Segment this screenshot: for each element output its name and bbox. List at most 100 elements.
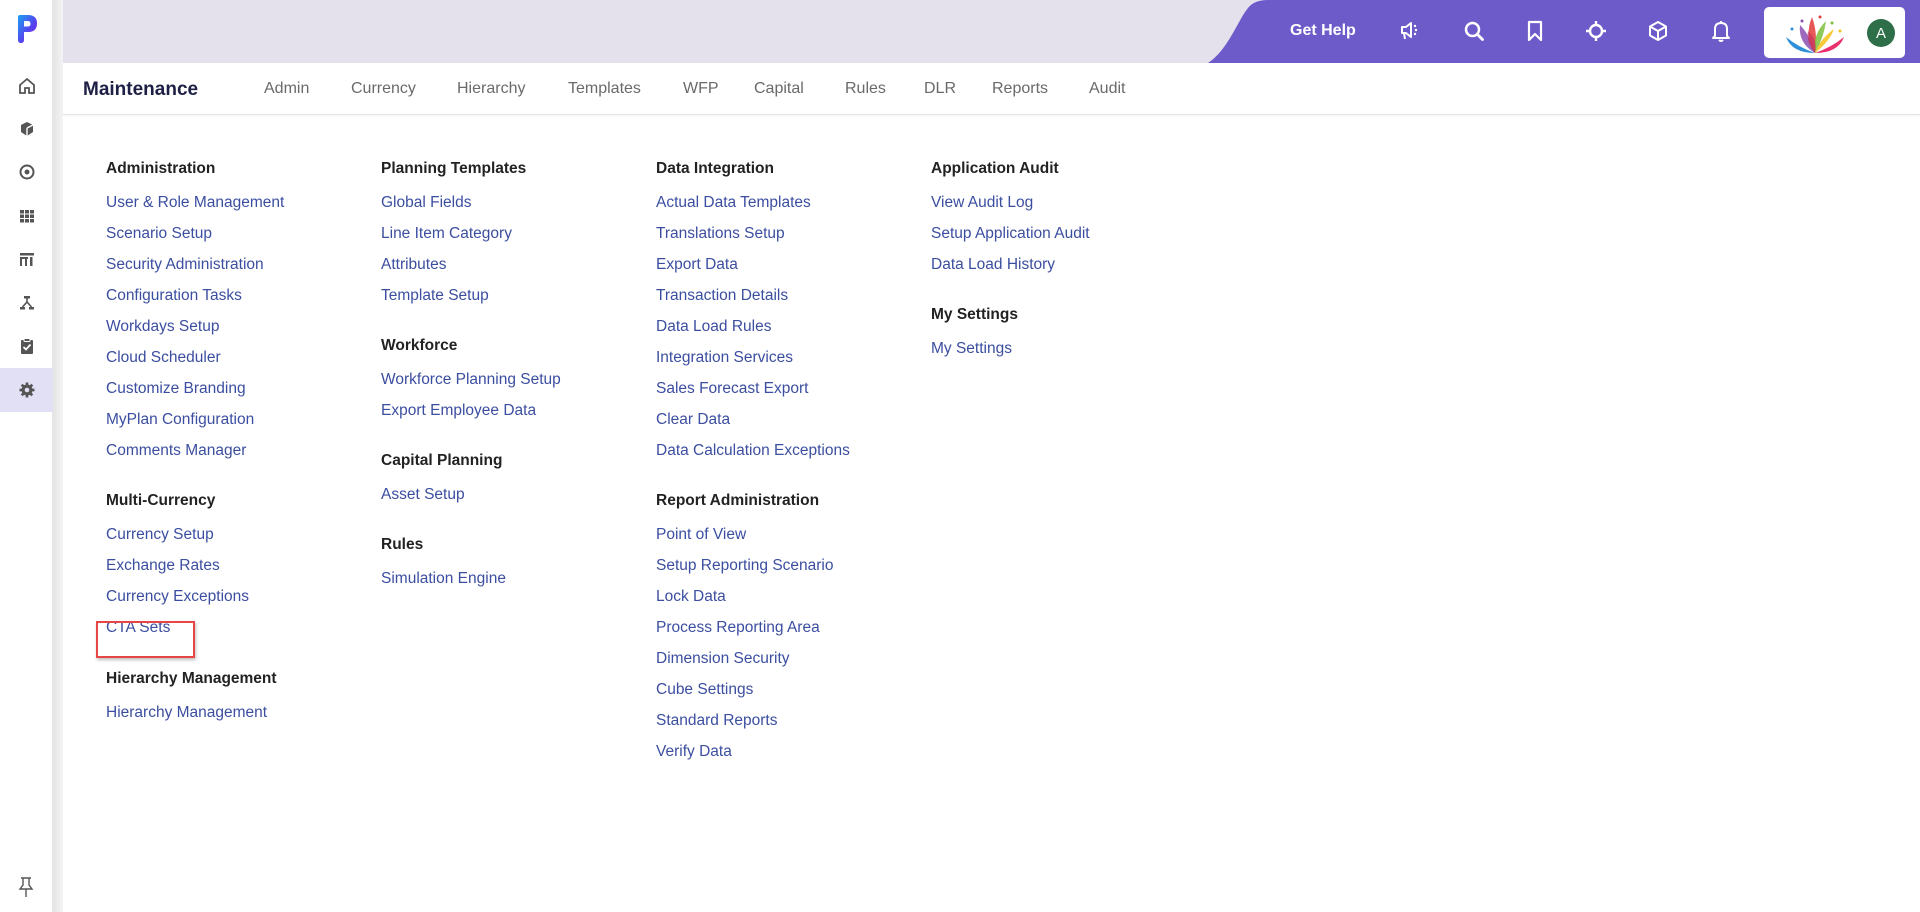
megaphone-icon xyxy=(1401,22,1418,40)
link-asset-setup[interactable]: Asset Setup xyxy=(381,485,561,516)
bookmark-button[interactable] xyxy=(1522,18,1548,44)
sidebar-item-maintenance[interactable] xyxy=(0,368,53,412)
link-simulation-engine[interactable]: Simulation Engine xyxy=(381,569,561,600)
sidebar-item-dashboards[interactable] xyxy=(0,150,53,194)
page-title: Maintenance xyxy=(83,79,199,100)
link-global-fields[interactable]: Global Fields xyxy=(381,193,561,224)
chart-icon xyxy=(19,253,34,266)
link-exchange-rates[interactable]: Exchange Rates xyxy=(106,556,284,587)
target-icon xyxy=(19,164,34,180)
link-myplan-configuration[interactable]: MyPlan Configuration xyxy=(106,410,284,441)
search-button[interactable] xyxy=(1461,18,1487,44)
link-line-item-category[interactable]: Line Item Category xyxy=(381,224,561,255)
link-scenario-setup[interactable]: Scenario Setup xyxy=(106,224,284,255)
section-heading-capital-planning: Capital Planning xyxy=(381,452,503,469)
link-export-employee-data[interactable]: Export Employee Data xyxy=(381,401,561,432)
search-icon xyxy=(1464,21,1484,41)
link-integration-services[interactable]: Integration Services xyxy=(656,348,850,379)
link-data-load-rules[interactable]: Data Load Rules xyxy=(656,317,850,348)
link-data-load-history[interactable]: Data Load History xyxy=(931,255,1090,286)
tab-capital[interactable]: Capital xyxy=(754,80,804,98)
link-workforce-planning-setup[interactable]: Workforce Planning Setup xyxy=(381,370,561,401)
pin-sidebar-button[interactable] xyxy=(16,876,36,898)
section-heading-planning-templates: Planning Templates xyxy=(381,160,527,177)
sidebar-item-planning[interactable] xyxy=(0,194,53,238)
home-icon xyxy=(18,77,35,94)
link-cloud-scheduler[interactable]: Cloud Scheduler xyxy=(106,348,284,379)
link-data-calculation-exceptions[interactable]: Data Calculation Exceptions xyxy=(656,441,850,472)
link-process-reporting-area[interactable]: Process Reporting Area xyxy=(656,618,850,649)
maintenance-menu-bar: Maintenance Admin Currency Hierarchy Tem… xyxy=(63,63,1920,115)
link-sales-forecast-export[interactable]: Sales Forecast Export xyxy=(656,379,850,410)
box-icon xyxy=(1649,21,1667,41)
link-setup-reporting-scenario[interactable]: Setup Reporting Scenario xyxy=(656,556,850,587)
pin-icon xyxy=(18,877,34,897)
tab-wfp[interactable]: WFP xyxy=(683,80,719,98)
link-actual-data-templates[interactable]: Actual Data Templates xyxy=(656,193,850,224)
link-clear-data[interactable]: Clear Data xyxy=(656,410,850,441)
link-lock-data[interactable]: Lock Data xyxy=(656,587,850,618)
link-user-role-management[interactable]: User & Role Management xyxy=(106,193,284,224)
user-avatar[interactable]: A xyxy=(1867,19,1895,47)
section-heading-hierarchy-management: Hierarchy Management xyxy=(106,670,277,687)
link-export-data[interactable]: Export Data xyxy=(656,255,850,286)
brand-area: A xyxy=(1764,7,1905,58)
navigate-button[interactable] xyxy=(1583,18,1609,44)
tab-admin[interactable]: Admin xyxy=(264,80,309,98)
bell-icon xyxy=(1712,21,1730,42)
link-dimension-security[interactable]: Dimension Security xyxy=(656,649,850,680)
link-verify-data[interactable]: Verify Data xyxy=(656,742,850,773)
crosshair-icon xyxy=(1586,21,1606,41)
link-transaction-details[interactable]: Transaction Details xyxy=(656,286,850,317)
sidebar-item-home[interactable] xyxy=(0,64,53,108)
tab-currency[interactable]: Currency xyxy=(351,80,416,98)
link-cta-sets[interactable]: CTA Sets xyxy=(106,618,284,649)
section-heading-multi-currency: Multi-Currency xyxy=(106,492,216,509)
menu-column-4: Application Audit View Audit Log Setup A… xyxy=(931,160,1090,370)
section-heading-data-integration: Data Integration xyxy=(656,160,774,177)
link-translations-setup[interactable]: Translations Setup xyxy=(656,224,850,255)
planful-logo-icon[interactable] xyxy=(16,14,38,44)
link-currency-exceptions[interactable]: Currency Exceptions xyxy=(106,587,284,618)
link-comments-manager[interactable]: Comments Manager xyxy=(106,441,284,472)
link-setup-application-audit[interactable]: Setup Application Audit xyxy=(931,224,1090,255)
sidebar-item-models[interactable] xyxy=(0,107,53,151)
link-standard-reports[interactable]: Standard Reports xyxy=(656,711,850,742)
link-view-audit-log[interactable]: View Audit Log xyxy=(931,193,1090,224)
notifications-button[interactable] xyxy=(1708,18,1734,44)
gear-icon xyxy=(19,382,34,398)
tab-rules[interactable]: Rules xyxy=(845,80,886,98)
get-help-link[interactable]: Get Help xyxy=(1290,22,1356,40)
link-hierarchy-management[interactable]: Hierarchy Management xyxy=(106,703,284,734)
sidebar-item-reports[interactable] xyxy=(0,237,53,281)
link-attributes[interactable]: Attributes xyxy=(381,255,561,286)
company-logo-icon xyxy=(1786,15,1844,53)
menu-column-2: Planning Templates Global Fields Line It… xyxy=(381,160,561,600)
hierarchy-icon xyxy=(19,296,34,310)
tab-dlr[interactable]: DLR xyxy=(924,80,956,98)
tab-audit[interactable]: Audit xyxy=(1089,80,1125,98)
link-template-setup[interactable]: Template Setup xyxy=(381,286,561,317)
link-currency-setup[interactable]: Currency Setup xyxy=(106,525,284,556)
link-security-administration[interactable]: Security Administration xyxy=(106,255,284,286)
section-heading-report-administration: Report Administration xyxy=(656,492,820,509)
cube-icon xyxy=(20,122,33,136)
link-customize-branding[interactable]: Customize Branding xyxy=(106,379,284,410)
link-point-of-view[interactable]: Point of View xyxy=(656,525,850,556)
sidebar-item-tasks[interactable] xyxy=(0,324,53,368)
link-configuration-tasks[interactable]: Configuration Tasks xyxy=(106,286,284,317)
tab-hierarchy[interactable]: Hierarchy xyxy=(457,80,525,98)
menu-column-3: Data Integration Actual Data Templates T… xyxy=(656,160,850,773)
link-my-settings[interactable]: My Settings xyxy=(931,339,1090,370)
section-heading-application-audit: Application Audit xyxy=(931,160,1059,177)
section-heading-administration: Administration xyxy=(106,160,216,177)
packages-button[interactable] xyxy=(1645,18,1671,44)
menu-column-1: Administration User & Role Management Sc… xyxy=(106,160,284,734)
announcements-button[interactable] xyxy=(1398,18,1424,44)
link-cube-settings[interactable]: Cube Settings xyxy=(656,680,850,711)
left-sidebar xyxy=(0,0,53,912)
tab-reports[interactable]: Reports xyxy=(992,80,1048,98)
sidebar-item-structure[interactable] xyxy=(0,281,53,325)
link-workdays-setup[interactable]: Workdays Setup xyxy=(106,317,284,348)
tab-templates[interactable]: Templates xyxy=(568,80,641,98)
